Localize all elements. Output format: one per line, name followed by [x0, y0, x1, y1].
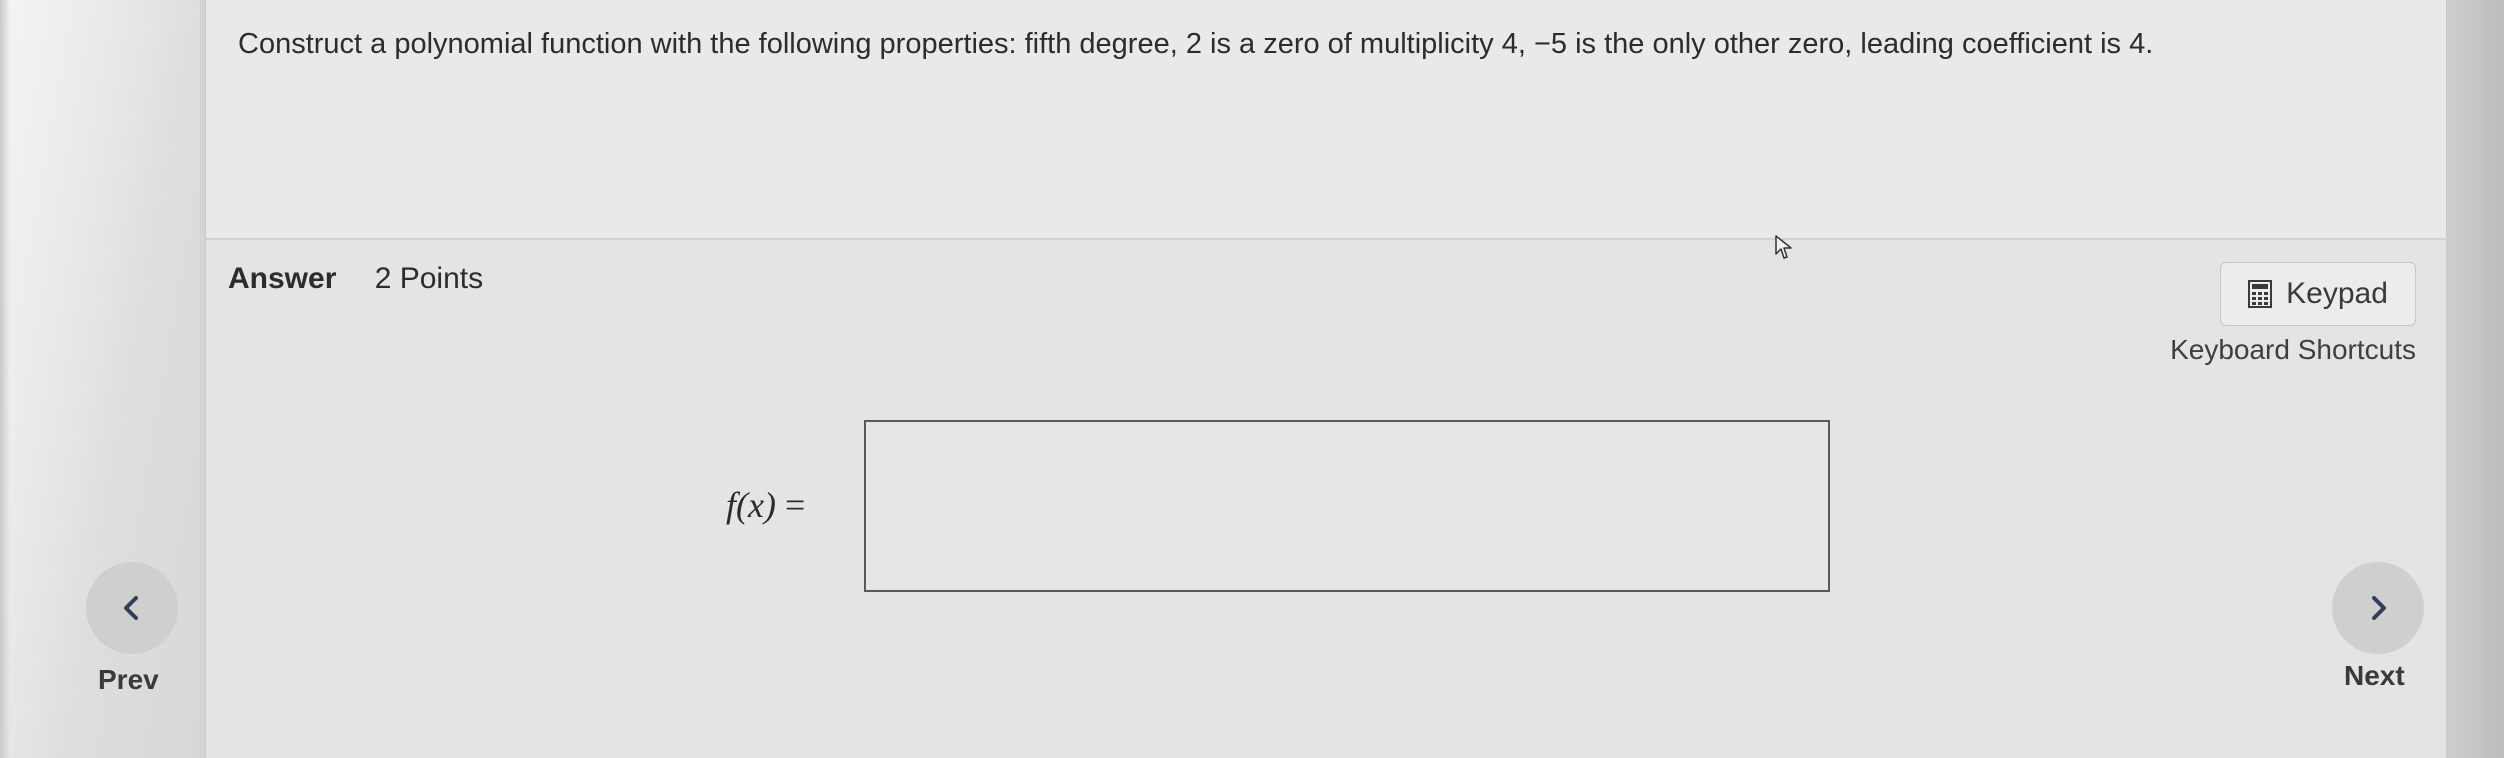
question-panel: Construct a polynomial function with the… — [205, 0, 2447, 758]
answer-points: 2 Points — [374, 262, 484, 295]
equals-sign: = — [784, 485, 806, 525]
rail-shadow — [0, 0, 10, 758]
next-label[interactable]: Next — [2344, 660, 2405, 692]
question-text: Construct a polynomial function with the… — [238, 28, 2154, 60]
next-button[interactable] — [2332, 562, 2424, 654]
right-rail — [2444, 0, 2504, 758]
function-label: f(x) = — [726, 484, 805, 526]
keypad-button[interactable]: Keypad — [2220, 262, 2416, 326]
prev-label[interactable]: Prev — [98, 664, 159, 696]
answer-header: Answer 2 Points — [228, 262, 483, 296]
chevron-right-icon — [2372, 596, 2386, 620]
keyboard-shortcuts-link[interactable]: Keyboard Shortcuts — [2170, 334, 2416, 366]
left-rail — [0, 0, 200, 758]
prev-button[interactable] — [86, 562, 178, 654]
calculator-icon — [2248, 280, 2273, 308]
keypad-label: Keypad — [2286, 277, 2388, 310]
mouse-cursor-icon — [1775, 235, 1792, 259]
chevron-left-icon — [124, 596, 138, 620]
question-section: Construct a polynomial function with the… — [206, 0, 2446, 240]
function-name: f(x) — [726, 485, 776, 525]
answer-label: Answer — [228, 262, 337, 295]
answer-input[interactable] — [864, 420, 1830, 592]
